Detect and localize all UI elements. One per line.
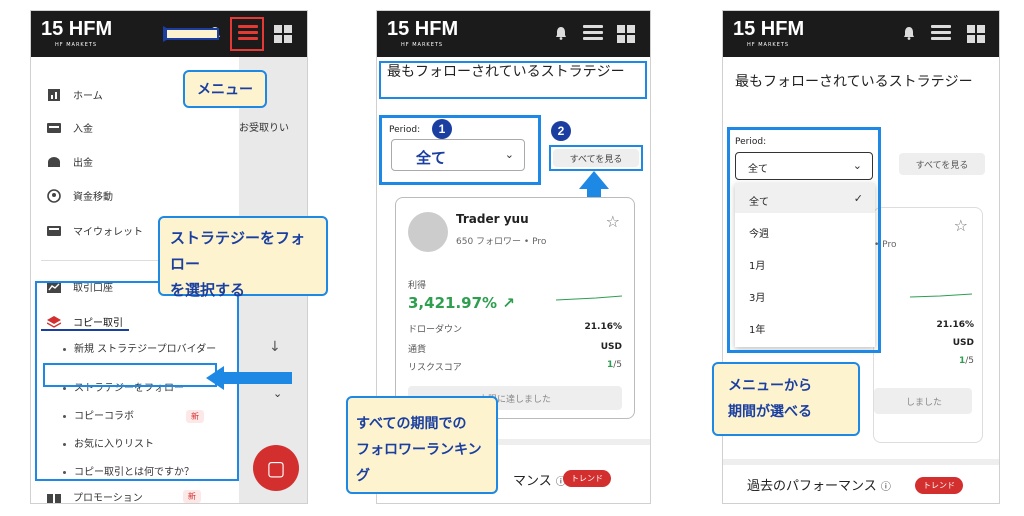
arrow-shaft-menu (165, 28, 219, 40)
transfer-icon (47, 188, 61, 203)
title-highlight (379, 61, 647, 99)
trend-badge[interactable]: トレンド (563, 470, 611, 487)
apps-grid-icon[interactable] (274, 25, 292, 43)
sparkline (910, 293, 972, 298)
menu-item-promotion[interactable]: プロモーション 新 (47, 489, 201, 504)
apps-grid-icon[interactable] (617, 25, 635, 43)
menu-item-withdraw[interactable]: 出金 (47, 154, 93, 169)
currency-value: USD (600, 342, 622, 352)
profit-label: 利得 (408, 281, 427, 291)
trend-up-icon: ↗ (502, 294, 515, 312)
arrow-down-icon: ↓ (269, 339, 281, 355)
section-divider (723, 459, 999, 465)
arrow-head-up (579, 171, 609, 189)
menu-item-deposit[interactable]: 入金 (47, 120, 93, 135)
menu-highlight-box (230, 17, 264, 51)
chat-bubble-icon: ▢ (266, 456, 286, 480)
bell-icon[interactable] (555, 25, 567, 40)
withdraw-icon (47, 155, 61, 169)
callout-menu: メニュー (183, 70, 267, 108)
strategy-card[interactable]: Trader yuu 650 フォロワー • Pro ☆ 利得 3,421.97… (395, 197, 635, 419)
callout-ranking: すべての期間での フォロワーランキング (346, 396, 498, 494)
callout-select-follow: ストラテジーをフォロー を選択する (158, 216, 328, 299)
star-icon[interactable]: ☆ (954, 216, 968, 235)
drawdown-label: ドローダウン (408, 325, 463, 335)
currency-label: 通貨 (408, 345, 427, 355)
hfm-logo[interactable]: 15 HFM HF MARKETS (733, 18, 804, 48)
past-performance-title: 過去のパフォーマンス ⓘ (747, 479, 891, 494)
wallet-icon (47, 224, 61, 238)
menu-item-transfer[interactable]: 資金移動 (47, 188, 113, 203)
menu-item-wallet[interactable]: マイウォレット (47, 223, 143, 238)
trend-badge[interactable]: トレンド (915, 477, 963, 494)
bell-icon[interactable] (903, 25, 915, 40)
info-icon[interactable]: ⓘ (881, 482, 891, 493)
hfm-logo[interactable]: 15 HFM HF MARKETS (387, 18, 458, 48)
app-header: 15 HFM HF MARKETS (377, 11, 650, 57)
callout-period: メニューから 期間が選べる (712, 362, 860, 436)
step-2-marker: 2 (551, 121, 571, 141)
strategy-card-partial[interactable]: ☆ • Pro 21.16% USD 1/5 しました (873, 207, 983, 443)
trader-name: Trader yuu (456, 212, 529, 226)
drawdown-value: 21.16% (584, 322, 623, 332)
section-title: 最もフォローされているストラテジー (735, 74, 973, 90)
gift-icon (47, 490, 61, 504)
bar-chart-icon (47, 88, 61, 102)
step-1-marker: 1 (432, 119, 452, 139)
risk-label: リスクスコア (408, 363, 462, 373)
follow-strategy-highlight (43, 363, 217, 387)
sparkline (556, 295, 622, 301)
trader-meta: 650 フォロワー • Pro (456, 237, 547, 247)
past-performance-title: マンス ⓘ (513, 474, 566, 489)
hamburger-menu-icon[interactable] (583, 25, 603, 41)
chevron-down-icon: ⌄ (273, 387, 283, 400)
see-all-highlight (549, 145, 643, 171)
profit-value: 3,421.97% ↗ (408, 294, 515, 312)
dropdown-highlight (727, 127, 881, 353)
apps-grid-icon[interactable] (967, 25, 985, 43)
deposit-icon (47, 121, 61, 135)
chat-button[interactable]: ▢ (253, 445, 299, 491)
trader-avatar (408, 212, 448, 252)
star-icon[interactable]: ☆ (606, 212, 620, 231)
hamburger-menu-icon[interactable] (931, 25, 951, 41)
arrow-shaft-follow (222, 372, 292, 384)
arrow-head-follow (206, 366, 224, 390)
period-highlight (379, 115, 541, 185)
promo-new-badge: 新 (182, 490, 201, 503)
see-all-button[interactable]: すべてを見る (899, 153, 985, 175)
menu-item-home[interactable]: ホーム (47, 87, 103, 102)
app-header: 15 HFM HF MARKETS (723, 11, 999, 57)
hfm-logo[interactable]: 15 HFM HF MARKETS (41, 18, 112, 48)
risk-value: 1/5 (606, 360, 622, 370)
